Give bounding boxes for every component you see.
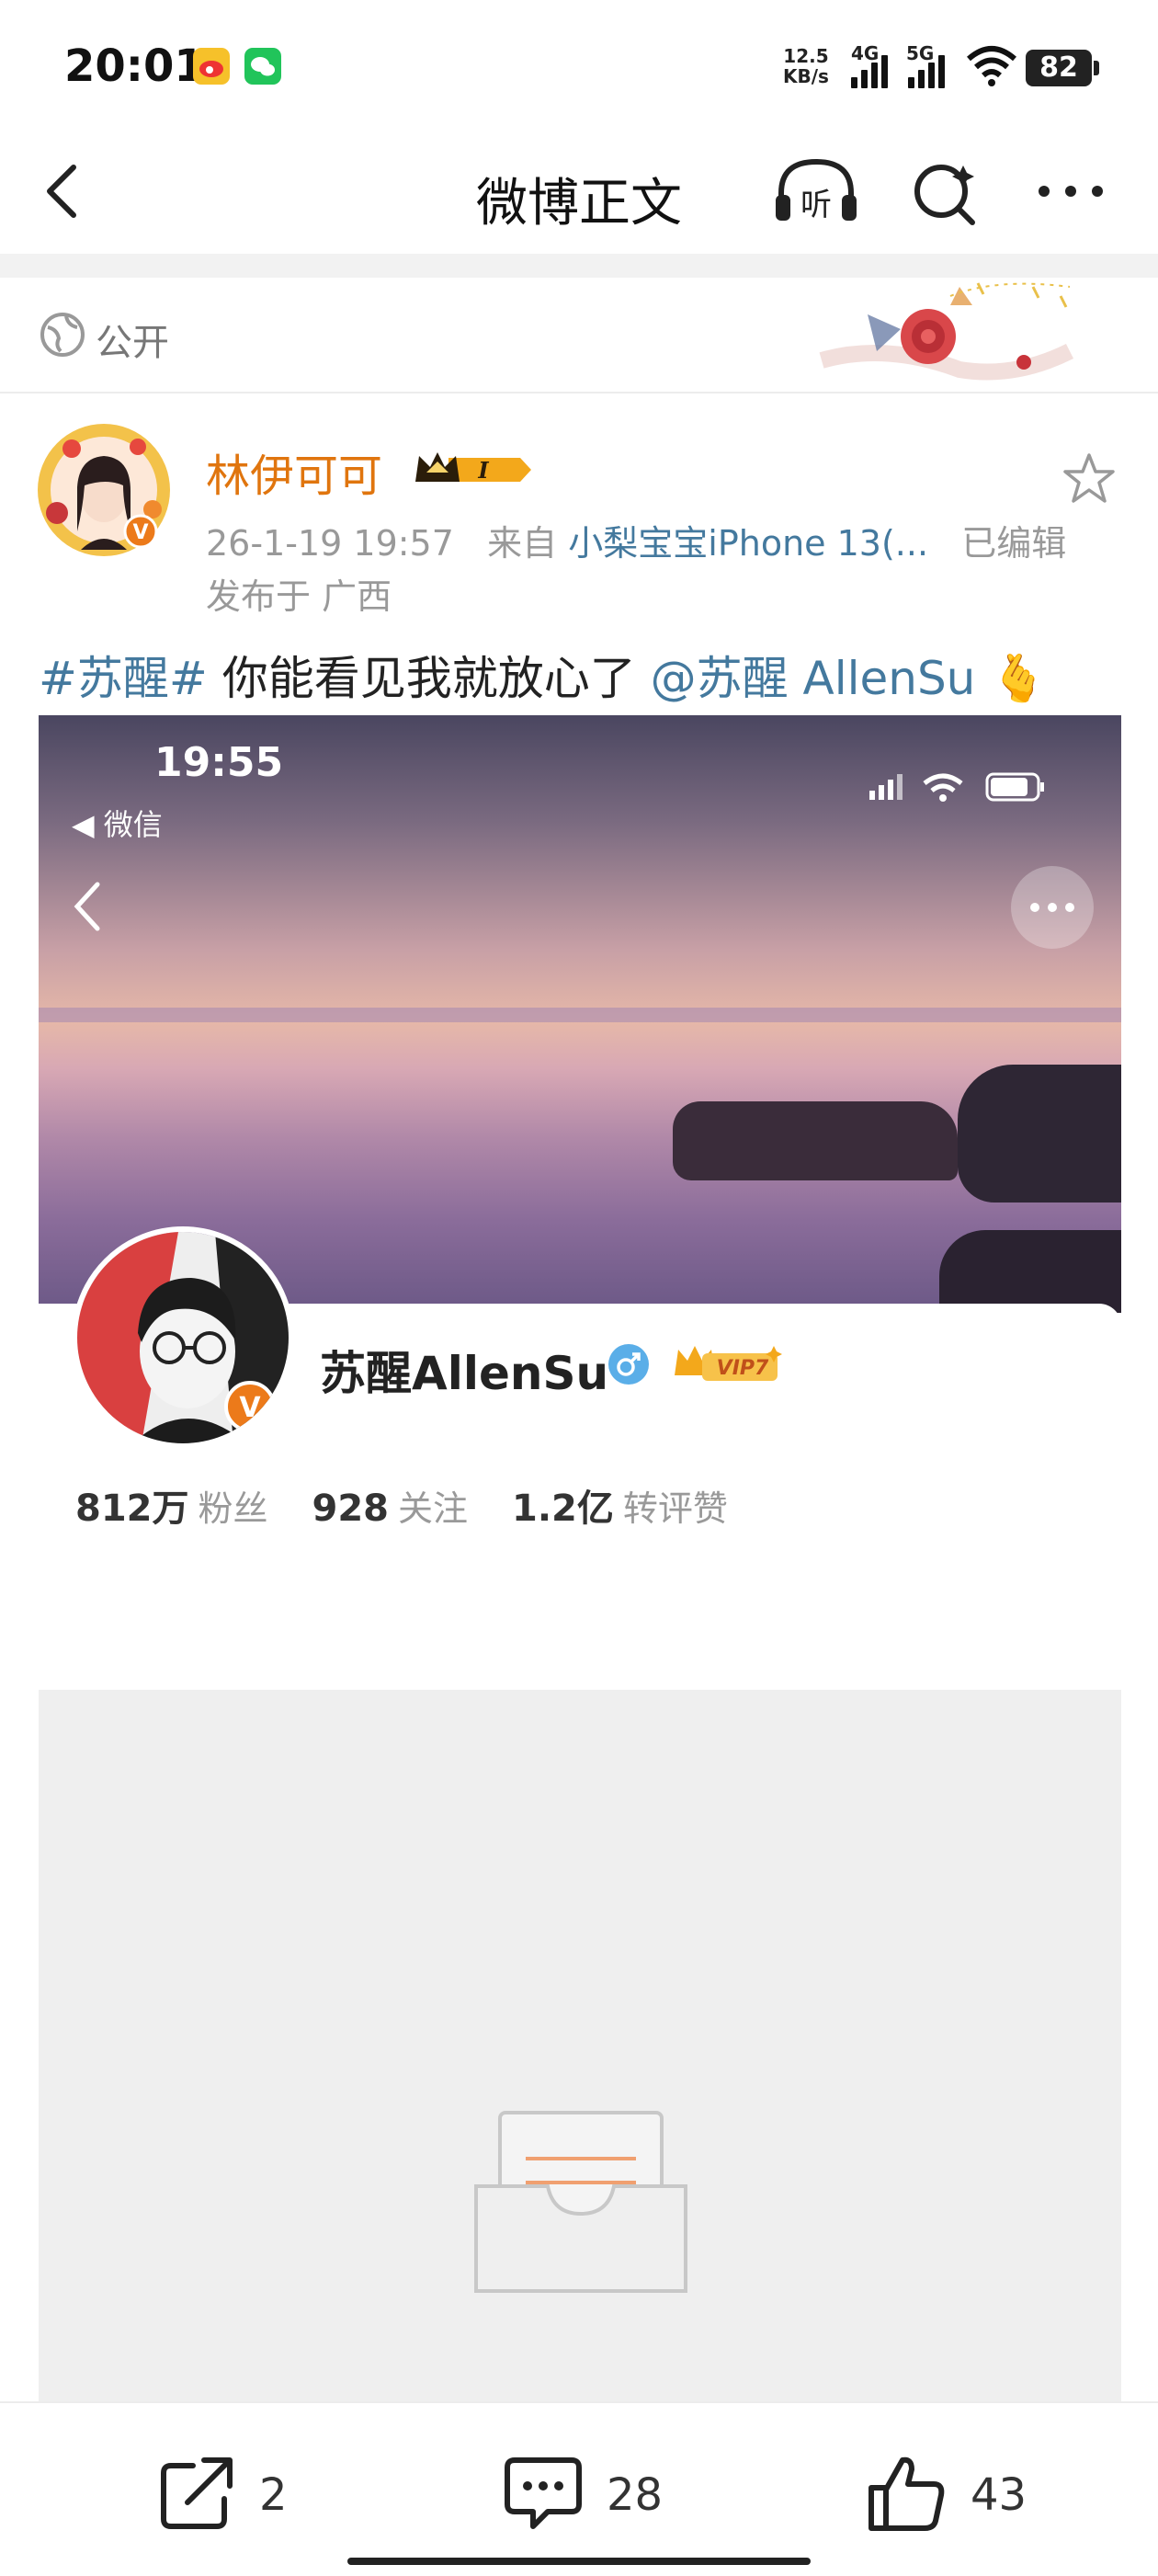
mention-link[interactable]: @苏醒 AllenSu xyxy=(651,652,976,705)
hashtag-link[interactable]: #苏醒# xyxy=(39,652,208,705)
following-label: 关注 xyxy=(398,1488,469,1529)
home-indicator[interactable] xyxy=(347,2558,811,2565)
status-time: 20:01 xyxy=(64,40,205,92)
weibo-app-icon xyxy=(193,48,230,85)
listen-label: 听 xyxy=(800,187,832,223)
comment-button[interactable]: 28 xyxy=(502,2451,686,2534)
post-source[interactable]: 小梨宝宝iPhone 13(... xyxy=(568,523,928,564)
svg-text:V: V xyxy=(239,1392,261,1424)
member-crown-icon[interactable]: I xyxy=(412,447,533,493)
author-avatar[interactable]: V xyxy=(35,421,173,559)
globe-icon xyxy=(39,311,86,362)
visibility-row: 公开 xyxy=(0,278,1158,393)
signal-bars-2-icon xyxy=(908,55,948,88)
visibility-label: 公开 xyxy=(96,322,169,364)
repost-icon xyxy=(161,2457,233,2529)
more-icon[interactable] xyxy=(1029,154,1112,228)
post-location: 发布于 广西 xyxy=(206,576,392,617)
svg-text:I: I xyxy=(477,457,489,484)
wifi-icon xyxy=(965,44,1018,90)
svg-text:V: V xyxy=(132,521,148,544)
network-speed-value: 12.5 xyxy=(783,45,829,67)
rock xyxy=(939,1230,1121,1313)
post-image[interactable]: 19:55 ◀ 微信 V 苏醒AllenSu VIP7 812万 粉丝 928 … xyxy=(39,715,1121,1688)
network-speed: 12.5 KB/s xyxy=(783,46,829,86)
battery-icon: 82 xyxy=(1026,50,1099,86)
vip-label: VIP7 xyxy=(717,1357,769,1380)
favorite-star-icon[interactable] xyxy=(1061,450,1118,507)
rock xyxy=(673,1101,958,1180)
comment-icon xyxy=(505,2457,582,2529)
top-nav: 微博正文 听 xyxy=(0,129,1158,254)
source-prefix: 来自 xyxy=(487,523,558,564)
post-body: 你能看见我就放心了 xyxy=(221,652,636,705)
embedded-status-icons xyxy=(829,769,1096,805)
repost-button[interactable]: 2 xyxy=(156,2451,312,2534)
repost-count: 2 xyxy=(259,2469,288,2521)
like-count: 43 xyxy=(971,2469,1027,2521)
followers-label: 粉丝 xyxy=(198,1488,268,1529)
embedded-profile-stats: 812万 粉丝 928 关注 1.2亿 转评赞 xyxy=(75,1478,772,1532)
embedded-more-icon xyxy=(1011,866,1094,949)
followers-count: 812万 xyxy=(75,1487,189,1530)
post-text: #苏醒# 你能看见我就放心了 @苏醒 AllenSu 🫰 xyxy=(39,642,1048,708)
vip-badge: VIP7 xyxy=(665,1339,785,1388)
horizon xyxy=(39,1008,1121,1022)
like-button[interactable]: 43 xyxy=(864,2451,1048,2534)
author-name[interactable]: 林伊可可 xyxy=(206,439,382,504)
thumbs-up-icon xyxy=(868,2456,945,2531)
action-bar: 2 28 43 xyxy=(0,2401,1158,2576)
embedded-profile-avatar: V xyxy=(72,1226,294,1449)
comment-count: 28 xyxy=(607,2469,664,2521)
listen-icon[interactable]: 听 xyxy=(770,154,862,228)
network-speed-unit: KB/s xyxy=(783,65,829,87)
following-count: 928 xyxy=(312,1487,390,1530)
male-gender-icon xyxy=(608,1344,649,1385)
embedded-profile-name: 苏醒AllenSu xyxy=(320,1347,609,1400)
signal-bars-1-icon xyxy=(851,55,891,88)
image-loading-placeholder[interactable] xyxy=(39,1690,1121,2401)
wechat-app-icon xyxy=(244,48,281,85)
edited-label[interactable]: 已编辑 xyxy=(961,523,1066,564)
embedded-back-icon xyxy=(66,870,112,943)
rose-decoration-icon xyxy=(812,278,1088,388)
finger-heart-emoji: 🫰 xyxy=(990,652,1048,705)
search-icon[interactable] xyxy=(904,154,987,228)
interactions-label: 转评赞 xyxy=(622,1488,728,1529)
embedded-back-app: ◀ 微信 xyxy=(72,807,163,842)
status-bar: 20:01 12.5 KB/s 4G 5G 82 xyxy=(0,0,1158,129)
post-date: 26-1-19 19:57 xyxy=(206,523,454,564)
interactions-count: 1.2亿 xyxy=(512,1487,614,1530)
post-meta: 26-1-19 19:57 来自 小梨宝宝iPhone 13(... 已编辑 xyxy=(206,515,1066,565)
embedded-status-time: 19:55 xyxy=(154,739,284,786)
rock xyxy=(958,1065,1121,1203)
empty-inbox-icon xyxy=(471,2103,691,2306)
section-divider xyxy=(0,254,1158,278)
